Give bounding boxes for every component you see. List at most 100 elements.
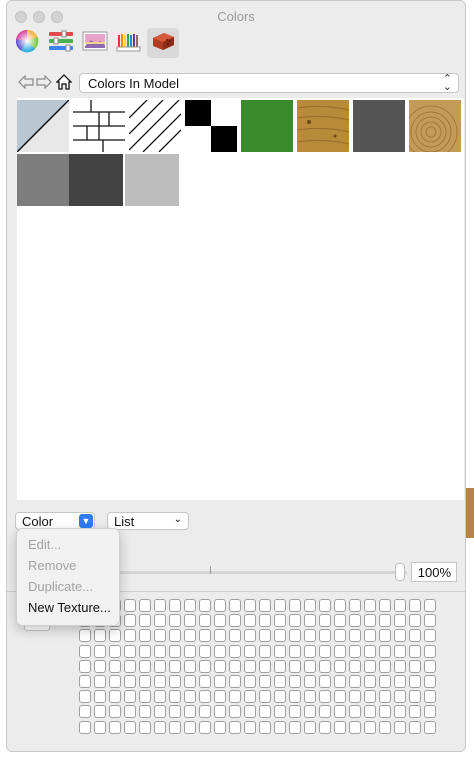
color-cell[interactable] [184,705,196,719]
color-cell[interactable] [304,629,316,643]
color-cell[interactable] [274,599,286,612]
color-cell[interactable] [184,599,196,612]
color-cell[interactable] [424,720,436,734]
color-cell[interactable] [334,675,346,688]
color-cell[interactable] [94,720,106,734]
view-select[interactable]: List ⌄ [107,512,189,530]
color-cell[interactable] [409,629,421,643]
color-cell[interactable] [424,690,436,704]
color-cell[interactable] [394,675,406,688]
color-cell[interactable] [274,675,286,688]
color-cell[interactable] [259,644,271,658]
color-cell[interactable] [184,614,196,628]
color-cell[interactable] [304,614,316,628]
color-cell[interactable] [184,675,196,688]
color-cell[interactable] [214,629,226,643]
color-cell[interactable] [109,705,121,719]
color-cell[interactable] [199,705,211,719]
color-cell[interactable] [244,690,256,704]
color-cell[interactable] [349,705,361,719]
materials-tab[interactable] [147,28,179,58]
color-cell[interactable] [94,629,106,643]
color-cell[interactable] [319,690,331,704]
color-cell[interactable] [319,659,331,673]
color-cell[interactable] [379,599,391,612]
color-cell[interactable] [274,644,286,658]
color-cell[interactable] [154,614,166,628]
color-cell[interactable] [229,644,241,658]
color-cell[interactable] [319,705,331,719]
swatch-wood-light[interactable] [296,100,350,152]
color-cell[interactable] [94,659,106,673]
color-cell[interactable] [229,629,241,643]
color-cell[interactable] [244,644,256,658]
color-cell[interactable] [259,705,271,719]
color-cell[interactable] [319,599,331,612]
color-cell[interactable] [334,690,346,704]
color-cell[interactable] [124,720,136,734]
color-cell[interactable] [364,629,376,643]
color-cell[interactable] [364,720,376,734]
color-cell[interactable] [319,720,331,734]
color-cell[interactable] [199,644,211,658]
color-cell[interactable] [214,599,226,612]
color-cell[interactable] [289,614,301,628]
color-cell[interactable] [394,690,406,704]
color-cell[interactable] [379,720,391,734]
color-cell[interactable] [394,629,406,643]
color-cell[interactable] [379,644,391,658]
forward-button[interactable] [35,74,53,93]
color-cell[interactable] [394,614,406,628]
color-cell[interactable] [319,629,331,643]
color-cell[interactable] [244,705,256,719]
color-cell[interactable] [289,599,301,612]
color-cell[interactable] [184,629,196,643]
color-cell[interactable] [364,599,376,612]
color-cell[interactable] [409,690,421,704]
color-cell[interactable] [169,629,181,643]
color-cell[interactable] [199,659,211,673]
color-cell[interactable] [79,629,91,643]
color-cell[interactable] [289,720,301,734]
opacity-percent-field[interactable]: 100% [411,562,457,582]
color-cell[interactable] [94,690,106,704]
color-cell[interactable] [274,690,286,704]
color-cell[interactable] [139,599,151,612]
color-cell[interactable] [109,659,121,673]
swatch-green[interactable] [241,100,293,152]
color-cell[interactable] [394,720,406,734]
color-cell[interactable] [124,644,136,658]
color-cell[interactable] [214,614,226,628]
color-cell[interactable] [214,644,226,658]
color-cell[interactable] [124,599,136,612]
color-cell[interactable] [199,599,211,612]
swatch-light-gray[interactable] [125,154,179,206]
color-cell[interactable] [289,629,301,643]
color-cell[interactable] [349,675,361,688]
color-cell[interactable] [424,675,436,688]
color-cell[interactable] [214,720,226,734]
menu-item-new-texture[interactable]: New Texture... [17,597,119,618]
color-cell[interactable] [199,614,211,628]
color-cell[interactable] [334,629,346,643]
color-cell[interactable] [364,675,376,688]
back-button[interactable] [17,74,35,93]
color-wheel-tab[interactable] [13,29,41,57]
color-cell[interactable] [274,629,286,643]
color-cell[interactable] [214,690,226,704]
color-cell[interactable] [409,659,421,673]
color-cell[interactable] [304,644,316,658]
color-cell[interactable] [364,705,376,719]
color-cell[interactable] [259,690,271,704]
library-select[interactable]: Colors In Model ⌃ ⌄ [79,73,459,93]
color-cell[interactable] [169,659,181,673]
color-cell[interactable] [169,599,181,612]
color-cell[interactable] [154,675,166,688]
color-cell[interactable] [139,614,151,628]
swatch-charcoal[interactable] [69,154,123,206]
color-cell[interactable] [349,659,361,673]
color-cell[interactable] [304,705,316,719]
color-cell[interactable] [349,614,361,628]
color-sliders-tab[interactable] [47,29,75,57]
color-cell[interactable] [139,690,151,704]
